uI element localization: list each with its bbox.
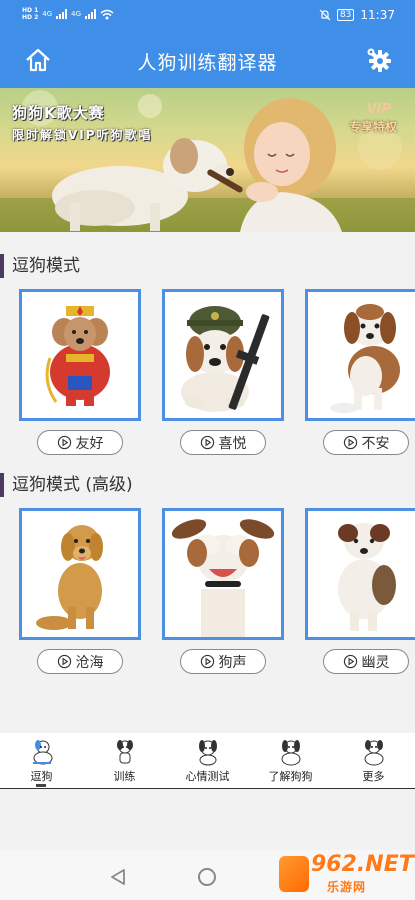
costumed-poodle-image (45, 306, 110, 406)
dog-card-anxious[interactable] (305, 289, 415, 421)
nav-label-train: 训练 (113, 770, 136, 783)
play-label-canghai: 沧海 (75, 654, 104, 671)
wifi-icon (100, 9, 114, 19)
back-icon[interactable] (110, 868, 126, 886)
network-type-1: 4G (42, 10, 53, 18)
hd1-label: HD 1 (22, 7, 39, 14)
home-circle-icon[interactable] (198, 868, 216, 886)
beagle-puppy-image (330, 304, 400, 413)
nav-label-more: 更多 (362, 770, 385, 783)
play-icon (343, 435, 357, 450)
play-button-joy[interactable]: 喜悦 (180, 430, 266, 455)
bottom-nav: 逗狗 训练 心情测试 了解狗狗 更多 (0, 733, 415, 789)
dog-info-icon (281, 740, 301, 766)
battery-icon: 83 (336, 9, 355, 21)
play-button-bark[interactable]: 狗声 (180, 649, 266, 674)
play-button-canghai[interactable]: 沧海 (37, 649, 123, 674)
dog-mood-icon (199, 740, 217, 766)
play-button-friendly[interactable]: 友好 (37, 430, 123, 455)
nav-item-mood[interactable]: 心情测试 (166, 733, 249, 789)
nav-label-play: 逗狗 (30, 770, 53, 783)
nav-label-learn: 了解狗狗 (268, 770, 313, 783)
banner-headline: 狗狗K歌大赛 (12, 104, 105, 122)
vip-badge: VIP 专享特权 (333, 102, 397, 136)
play-label-bark: 狗声 (218, 654, 247, 671)
vip-sub-label: 专享特权 (348, 120, 397, 134)
nav-item-play[interactable]: 逗狗 (0, 733, 83, 789)
dog-play-icon (33, 740, 53, 765)
dog-row-basic: 友好 喜悦 不安 (0, 289, 415, 459)
nav-item-train[interactable]: 训练 (83, 733, 166, 789)
play-icon (200, 654, 214, 669)
gear-icon[interactable] (365, 46, 393, 74)
watermark-logo-icon (279, 856, 309, 892)
nav-active-indicator (36, 784, 46, 787)
banner-subline: 限时解锁VIP听狗歌唱 (12, 128, 153, 142)
hd2-label: HD 2 (22, 14, 39, 21)
mute-icon (319, 9, 331, 21)
golden-retriever-image (36, 525, 103, 630)
play-icon (57, 654, 71, 669)
dog-card-joy[interactable] (162, 289, 284, 421)
nav-label-mood: 心情测试 (185, 770, 230, 783)
play-icon (343, 654, 357, 669)
status-bar: HD 1 HD 2 4G 4G 83 11:37 (0, 0, 415, 32)
section-title-advanced: 逗狗模式 (高级) (0, 473, 133, 497)
dog-card-friendly[interactable] (19, 289, 141, 421)
play-label-anxious: 不安 (361, 435, 390, 452)
app-bar: 人狗训练翻译器 (0, 32, 415, 88)
play-label-friendly: 友好 (75, 435, 104, 452)
vip-label: VIP (366, 102, 391, 117)
signal-icon (56, 9, 68, 19)
clock: 11:37 (360, 8, 395, 22)
dog-card-ghost[interactable] (305, 508, 415, 640)
shepherd-puppy-image (338, 523, 396, 631)
section-title-basic: 逗狗模式 (0, 254, 80, 278)
soldier-beagle-image (181, 306, 270, 412)
signal-icon-2 (85, 9, 97, 19)
play-label-ghost: 幽灵 (361, 654, 390, 671)
dog-train-icon (117, 740, 133, 764)
nav-item-learn[interactable]: 了解狗狗 (249, 733, 332, 789)
play-button-ghost[interactable]: 幽灵 (323, 649, 409, 674)
hd-indicator: HD 1 HD 2 (22, 7, 38, 21)
dog-card-canghai[interactable] (19, 508, 141, 640)
play-icon (200, 435, 214, 450)
watermark-subtitle: 乐游网 (327, 880, 367, 894)
play-label-joy: 喜悦 (218, 435, 247, 452)
dog-covering-eyes-image (171, 519, 275, 637)
promo-banner[interactable]: 狗狗K歌大赛 限时解锁VIP听狗歌唱 VIP 专享特权 (0, 88, 415, 232)
app-title: 人狗训练翻译器 (137, 52, 278, 74)
status-right: 83 11:37 (319, 8, 395, 22)
status-left: HD 1 HD 2 4G 4G (22, 7, 114, 21)
dog-card-bark[interactable] (162, 508, 284, 640)
dog-more-icon (364, 740, 384, 766)
play-icon (57, 435, 71, 450)
play-button-anxious[interactable]: 不安 (323, 430, 409, 455)
watermark-number: 962.NET (311, 852, 414, 877)
nav-item-more[interactable]: 更多 (332, 733, 415, 789)
dog-row-advanced: 沧海 狗声 幽灵 (0, 508, 415, 678)
site-watermark: 962.NET 乐游网 (279, 852, 414, 896)
network-type-2: 4G (71, 10, 82, 18)
